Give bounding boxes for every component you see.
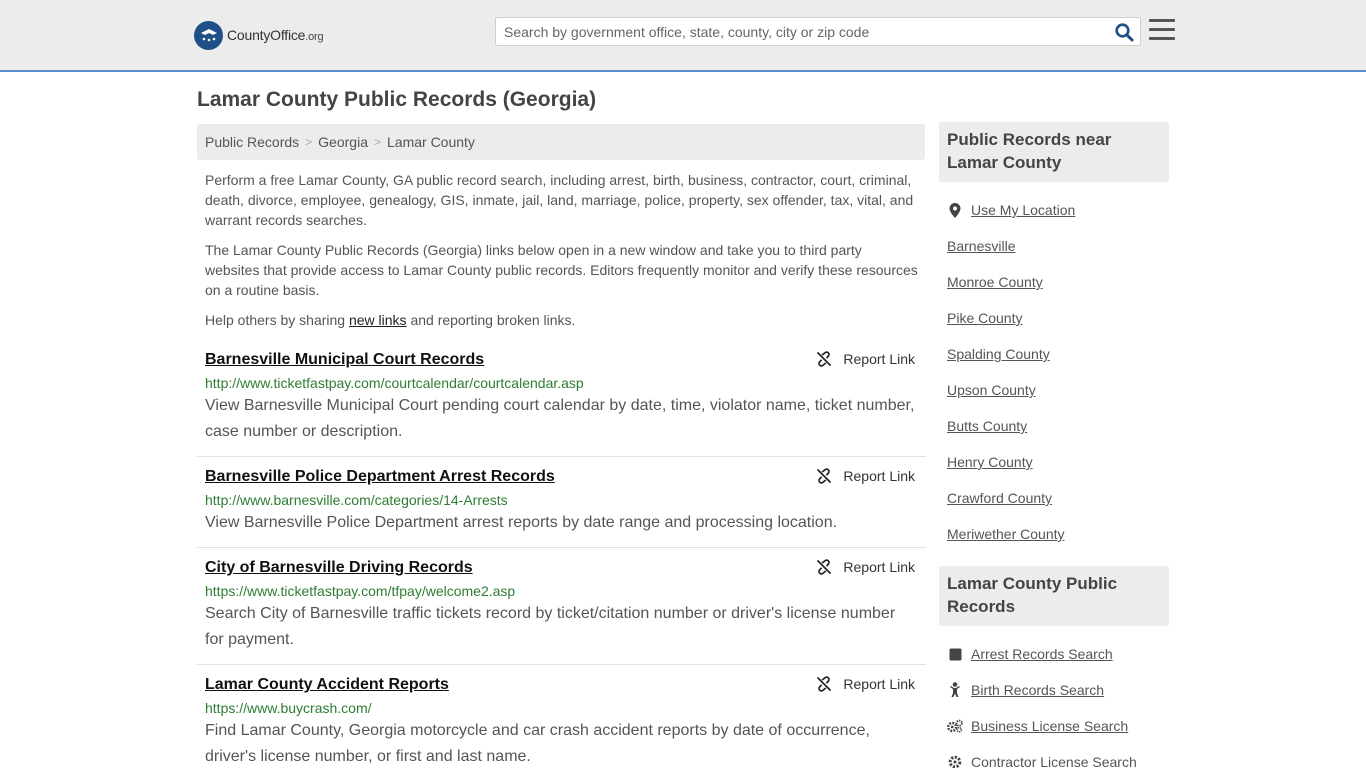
baby-icon — [947, 682, 963, 698]
record-title-link[interactable]: Barnesville Municipal Court Records — [205, 350, 918, 370]
record-item: Barnesville Municipal Court Records http… — [197, 340, 926, 457]
nearby-link[interactable]: Butts County — [947, 418, 1027, 434]
nearby-list: Use My Location Barnesville Monroe Count… — [939, 182, 1169, 566]
nearby-heading: Public Records near Lamar County — [939, 122, 1169, 182]
record-link-item: Business License Search — [939, 708, 1169, 744]
record-url[interactable]: https://www.ticketfastpay.com/tfpay/welc… — [205, 582, 918, 600]
county-records-heading: Lamar County Public Records — [939, 566, 1169, 626]
birth-records-link[interactable]: Birth Records Search — [971, 682, 1104, 698]
business-license-link[interactable]: Business License Search — [971, 718, 1128, 734]
record-description: View Barnesville Police Department arres… — [205, 514, 838, 531]
sidebar: Public Records near Lamar County Use My … — [939, 122, 1169, 768]
main-content: Perform a free Lamar County, GA public r… — [197, 170, 926, 768]
breadcrumb-public-records[interactable]: Public Records — [205, 134, 299, 150]
record-link-item: Contractor License Search — [939, 744, 1169, 768]
record-item: Lamar County Accident Reports https://ww… — [197, 665, 926, 768]
nearby-item: Butts County — [939, 408, 1169, 444]
county-records-block: Lamar County Public Records Arrest Recor… — [939, 566, 1169, 768]
breadcrumb-separator: > — [305, 135, 313, 149]
report-link-label: Report Link — [843, 351, 915, 367]
broken-link-icon — [817, 676, 832, 692]
record-title-link[interactable]: Barnesville Police Department Arrest Rec… — [205, 467, 918, 487]
map-marker-icon — [947, 202, 963, 218]
logo-seal-icon — [194, 20, 223, 50]
broken-link-icon — [817, 559, 832, 575]
record-url[interactable]: http://www.ticketfastpay.com/courtcalend… — [205, 374, 918, 392]
page-title: Lamar County Public Records (Georgia) — [197, 88, 597, 111]
nearby-item: Barnesville — [939, 228, 1169, 264]
square-icon — [947, 646, 963, 662]
nearby-item: Pike County — [939, 300, 1169, 336]
breadcrumb-lamar-county[interactable]: Lamar County — [387, 134, 475, 150]
breadcrumb-separator: > — [373, 135, 381, 149]
intro-paragraph: The Lamar County Public Records (Georgia… — [205, 242, 918, 298]
nearby-item: Upson County — [939, 372, 1169, 408]
intro-paragraph: Help others by sharing new links and rep… — [205, 312, 576, 328]
site-logo[interactable]: CountyOffice.org — [194, 20, 324, 50]
record-description: Find Lamar County, Georgia motorcycle an… — [205, 722, 870, 765]
nearby-link[interactable]: Upson County — [947, 382, 1036, 398]
nearby-link[interactable]: Pike County — [947, 310, 1022, 326]
nearby-link[interactable]: Meriwether County — [947, 526, 1065, 542]
record-title-link[interactable]: City of Barnesville Driving Records — [205, 558, 918, 578]
use-my-location-link[interactable]: Use My Location — [971, 202, 1075, 218]
report-link-button[interactable]: Report Link — [816, 351, 915, 367]
report-link-button[interactable]: Report Link — [816, 559, 915, 575]
broken-link-icon — [817, 468, 832, 484]
nearby-item: Crawford County — [939, 480, 1169, 516]
nearby-link[interactable]: Monroe County — [947, 274, 1043, 290]
site-header: CountyOffice.org — [0, 0, 1366, 72]
report-link-label: Report Link — [843, 468, 915, 484]
intro-paragraph: Perform a free Lamar County, GA public r… — [205, 172, 914, 228]
new-links-link[interactable]: new links — [349, 312, 407, 328]
county-records-list: Arrest Records Search Birth Records Sear… — [939, 626, 1169, 768]
nearby-item: Henry County — [939, 444, 1169, 480]
hamburger-menu-icon[interactable] — [1149, 19, 1175, 43]
arrest-records-link[interactable]: Arrest Records Search — [971, 646, 1113, 662]
record-item: Barnesville Police Department Arrest Rec… — [197, 457, 926, 548]
record-description: View Barnesville Municipal Court pending… — [205, 397, 915, 440]
record-link-item: Arrest Records Search — [939, 636, 1169, 672]
use-location-item: Use My Location — [939, 192, 1169, 228]
search-input[interactable] — [496, 18, 1096, 45]
record-link-item: Birth Records Search — [939, 672, 1169, 708]
nearby-link[interactable]: Crawford County — [947, 490, 1052, 506]
record-url[interactable]: http://www.barnesville.com/categories/14… — [205, 491, 918, 509]
search-box — [495, 17, 1141, 46]
breadcrumb-georgia[interactable]: Georgia — [318, 134, 368, 150]
nearby-link[interactable]: Henry County — [947, 454, 1033, 470]
record-item: City of Barnesville Driving Records http… — [197, 548, 926, 665]
logo-text: CountyOffice.org — [227, 27, 324, 43]
report-link-button[interactable]: Report Link — [816, 676, 915, 692]
report-link-label: Report Link — [843, 559, 915, 575]
record-url[interactable]: https://www.buycrash.com/ — [205, 699, 918, 717]
report-link-button[interactable]: Report Link — [816, 468, 915, 484]
broken-link-icon — [817, 351, 832, 367]
nearby-link[interactable]: Barnesville — [947, 238, 1015, 254]
gear-icon — [947, 754, 963, 768]
record-description: Search City of Barnesville traffic ticke… — [205, 605, 896, 648]
intro: Perform a free Lamar County, GA public r… — [197, 170, 926, 330]
breadcrumb: Public Records > Georgia > Lamar County — [197, 124, 925, 160]
records-list: Barnesville Municipal Court Records http… — [197, 340, 926, 768]
gears-icon — [947, 718, 963, 734]
nearby-item: Meriwether County — [939, 516, 1169, 552]
contractor-license-link[interactable]: Contractor License Search — [971, 754, 1137, 768]
nearby-item: Spalding County — [939, 336, 1169, 372]
search-icon[interactable] — [1113, 22, 1135, 42]
nearby-item: Monroe County — [939, 264, 1169, 300]
nearby-link[interactable]: Spalding County — [947, 346, 1050, 362]
report-link-label: Report Link — [843, 676, 915, 692]
record-title-link[interactable]: Lamar County Accident Reports — [205, 675, 918, 695]
